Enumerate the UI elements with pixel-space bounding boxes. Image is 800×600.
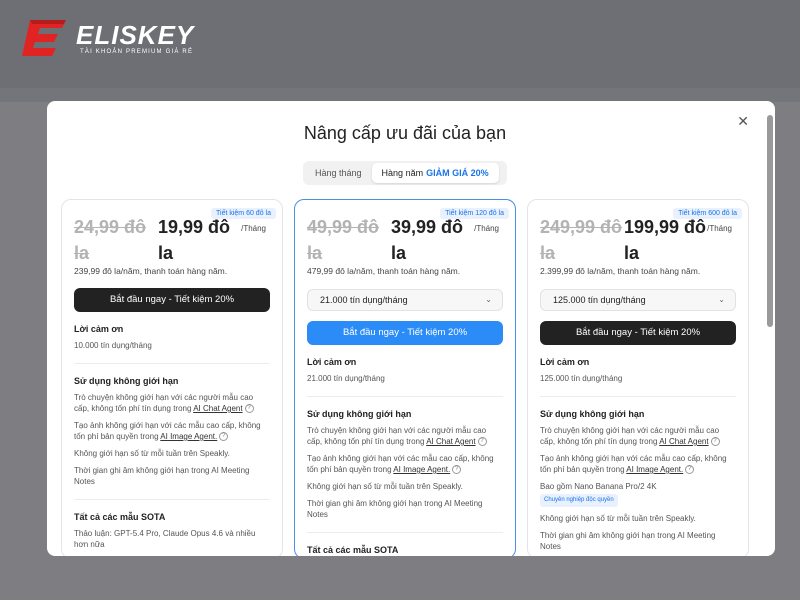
- credits-title: Lời cảm ơn: [307, 357, 357, 367]
- brand-name: ELISKEY: [76, 20, 195, 50]
- feature-meeting-notes: Thời gian ghi âm không giới hạn trong AI…: [307, 499, 483, 519]
- yearly-billing-note: 239,99 đô la/năm, thanh toán hàng năm.: [74, 266, 228, 276]
- credits-title: Lời cảm ơn: [540, 357, 590, 367]
- credits-text: 125.000 tín dụng/tháng: [540, 374, 623, 383]
- modal-scrollbar[interactable]: [767, 115, 773, 327]
- start-now-button[interactable]: Bắt đầu ngay - Tiết kiệm 20%: [74, 288, 270, 312]
- feature-image: Tạo ảnh không giới hạn với các mẫu cao c…: [307, 454, 494, 475]
- divider: [74, 499, 270, 500]
- unlimited-title: Sử dụng không giới hạn: [74, 376, 179, 386]
- sota-title: Tất cả các mẫu SOTA: [307, 545, 399, 555]
- sota-title: Tất cả các mẫu SOTA: [74, 512, 166, 522]
- billing-toggle: Hàng tháng Hàng năm GIẢM GIÁ 20%: [303, 161, 507, 185]
- divider: [74, 363, 270, 364]
- old-price: 24,99 đô la: [74, 217, 147, 263]
- feature-speakly: Không giới hạn số từ mỗi tuần trên Speak…: [307, 482, 463, 491]
- divider: [307, 532, 503, 533]
- ai-image-agent-link[interactable]: AI Image Agent.: [393, 465, 450, 474]
- feature-chat: Trò chuyện không giới hạn với các người …: [540, 426, 720, 447]
- credits-title: Lời cảm ơn: [74, 324, 124, 334]
- feature-image: Tạo ảnh không giới hạn với các mẫu cao c…: [540, 454, 727, 475]
- help-icon[interactable]: ?: [452, 465, 462, 475]
- logo-e-icon: [20, 14, 72, 62]
- tab-monthly[interactable]: Hàng tháng: [305, 163, 372, 183]
- divider: [540, 396, 736, 397]
- price-period: /Tháng: [707, 224, 732, 233]
- yearly-billing-note: 2.399,99 đô la/năm, thanh toán hàng năm.: [540, 266, 701, 276]
- start-now-button[interactable]: Bắt đầu ngay - Tiết kiệm 20%: [307, 321, 503, 345]
- feature-nano-banana: Bao gồm Nano Banana Pro/2 4K Chuyên nghiệ…: [540, 481, 736, 507]
- ai-chat-agent-link[interactable]: AI Chat Agent: [193, 404, 242, 413]
- feature-image: Tạo ảnh không giới hạn với các mẫu cao c…: [74, 421, 261, 442]
- exclusive-pro-tag: Chuyên nghiệp độc quyền: [540, 494, 618, 507]
- feature-meeting-notes: Thời gian ghi âm không giới hạn trong AI…: [74, 466, 250, 486]
- tab-yearly-label: Hàng năm: [381, 168, 424, 178]
- credits-text: 10.000 tín dụng/tháng: [74, 341, 152, 350]
- feature-speakly: Không giới hạn số từ mỗi tuần trên Speak…: [540, 514, 696, 523]
- plan-card-basic: Tiết kiệm 60 đô la 24,99 đô la 19,99 đô …: [61, 199, 283, 556]
- new-price: 39,99 đô la: [391, 217, 464, 263]
- plan-card-ultra: Tiết kiệm 600 đô la 249,99 đô la 199,99 …: [527, 199, 749, 556]
- plan-card-pro: Tiết kiệm 120 đô la 49,99 đô la 39,99 đô…: [294, 199, 516, 556]
- credits-text: 21.000 tín dụng/tháng: [307, 374, 385, 383]
- feature-chat: Trò chuyện không giới hạn với các người …: [307, 426, 487, 447]
- price-period: /Tháng: [241, 224, 266, 233]
- help-icon[interactable]: ?: [685, 465, 695, 475]
- chevron-down-icon: ⌄: [485, 295, 492, 304]
- start-now-button[interactable]: Bắt đầu ngay - Tiết kiệm 20%: [540, 321, 736, 345]
- old-price: 249,99 đô la: [540, 217, 623, 263]
- discount-label: GIẢM GIÁ 20%: [426, 168, 489, 178]
- new-price: 19,99 đô la: [158, 217, 231, 263]
- old-price: 49,99 đô la: [307, 217, 380, 263]
- unlimited-title: Sử dụng không giới hạn: [307, 409, 412, 419]
- credits-select[interactable]: 125.000 tín dụng/tháng ⌄: [540, 289, 736, 311]
- sota-text: Thảo luận: GPT-5.4 Pro, Claude Opus 4.6 …: [74, 529, 256, 549]
- price-period: /Tháng: [474, 224, 499, 233]
- help-icon[interactable]: ?: [477, 437, 487, 447]
- modal-title: Nâng cấp ưu đãi của bạn: [303, 123, 507, 143]
- feature-meeting-notes: Thời gian ghi âm không giới hạn trong AI…: [540, 531, 716, 551]
- brand-tagline: TÀI KHOẢN PREMIUM GIÁ RẺ: [80, 49, 194, 55]
- credits-select[interactable]: 21.000 tín dụng/tháng ⌄: [307, 289, 503, 311]
- ai-image-agent-link[interactable]: AI Image Agent.: [160, 432, 217, 441]
- nav-bar-backdrop: [0, 88, 800, 102]
- ai-image-agent-link[interactable]: AI Image Agent.: [626, 465, 683, 474]
- help-icon[interactable]: ?: [710, 437, 720, 447]
- help-icon[interactable]: ?: [219, 432, 229, 442]
- unlimited-title: Sử dụng không giới hạn: [540, 409, 645, 419]
- ai-chat-agent-link[interactable]: AI Chat Agent: [659, 437, 708, 446]
- feature-chat: Trò chuyện không giới hạn với các người …: [74, 393, 254, 414]
- yearly-billing-note: 479,99 đô la/năm, thanh toán hàng năm.: [307, 266, 461, 276]
- chevron-down-icon: ⌄: [718, 295, 725, 304]
- upgrade-modal: Nâng cấp ưu đãi của bạn ✕ Hàng tháng Hàn…: [47, 101, 775, 556]
- tab-yearly[interactable]: Hàng năm GIẢM GIÁ 20%: [371, 163, 499, 183]
- feature-speakly: Không giới hạn số từ mỗi tuần trên Speak…: [74, 449, 230, 458]
- help-icon[interactable]: ?: [244, 404, 254, 414]
- divider: [307, 396, 503, 397]
- new-price: 199,99 đô la: [624, 217, 707, 263]
- brand-logo: ELISKEY TÀI KHOẢN PREMIUM GIÁ RẺ: [20, 14, 194, 62]
- ai-chat-agent-link[interactable]: AI Chat Agent: [426, 437, 475, 446]
- close-icon[interactable]: ✕: [737, 113, 749, 130]
